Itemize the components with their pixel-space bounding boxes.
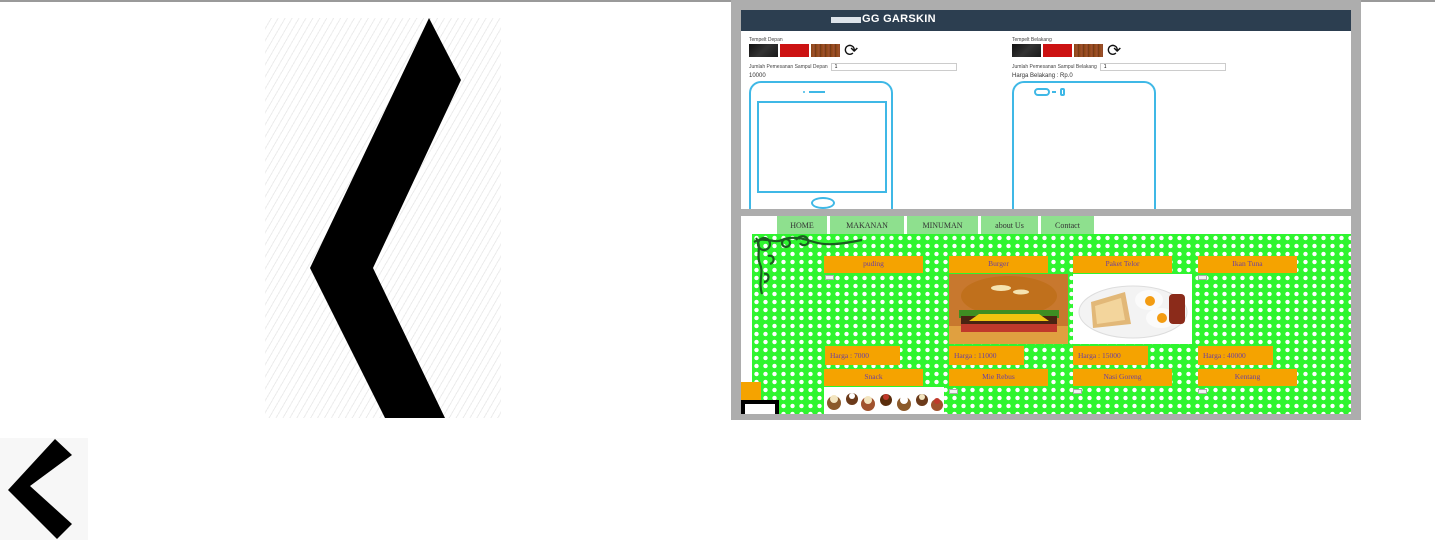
phone-back-outline	[1012, 81, 1156, 209]
menu-item-title[interactable]: Mie Rebus	[949, 369, 1048, 386]
refresh-icon[interactable]: ⟳	[1107, 42, 1121, 59]
price-label: Harga : 11000	[949, 346, 1024, 365]
broken-image-icon	[1198, 275, 1207, 280]
swatch-black[interactable]	[749, 44, 778, 57]
front-swatches: ⟳	[749, 42, 1009, 59]
nav-home[interactable]: HOME	[777, 216, 827, 234]
logo-placeholder	[831, 17, 861, 23]
broken-image-icon	[1073, 389, 1082, 394]
front-qty-row: Jumlah Pemesanan Sampul Depan	[749, 63, 1009, 71]
swatch-red[interactable]	[1043, 44, 1072, 57]
snack-image	[824, 387, 944, 414]
menu-item-title[interactable]: Paket Telor	[1073, 256, 1172, 273]
chevron-left-icon	[310, 18, 461, 418]
price-label: Harga : 15000	[1073, 346, 1148, 365]
screenshot-frame: GG GARSKIN Tempelt Depan ⟳ Jumlah Pemesa…	[731, 0, 1361, 420]
phone-front-outline	[749, 81, 893, 209]
front-qty-label: Jumlah Pemesanan Sampul Depan	[749, 64, 828, 70]
flash-icon	[1060, 88, 1065, 96]
price-label: Harga : 40000	[1198, 346, 1273, 365]
menu-item-title[interactable]: Kentang	[1198, 369, 1297, 386]
front-price: 10000	[749, 73, 766, 79]
main-nav: HOME MAKANAN MINUMAN about Us Contact	[777, 216, 1094, 234]
burger-image	[949, 274, 1068, 344]
home-button-icon	[811, 197, 835, 209]
back-swatches: ⟳	[1012, 42, 1272, 59]
menu-item-title[interactable]: puding	[824, 256, 923, 273]
broken-image-icon	[949, 389, 958, 394]
swatch-black[interactable]	[1012, 44, 1041, 57]
garskin-page: GG GARSKIN Tempelt Depan ⟳ Jumlah Pemesa…	[741, 10, 1351, 209]
speaker-icon	[809, 91, 825, 93]
food-site-page: HOME MAKANAN MINUMAN about Us Contact pu…	[741, 216, 1351, 414]
price-label: Harga : 7000	[825, 346, 900, 365]
swatch-wood[interactable]	[1074, 44, 1103, 57]
nav-contact[interactable]: Contact	[1041, 216, 1094, 234]
camera-sensor-icon	[1052, 91, 1056, 93]
refresh-icon[interactable]: ⟳	[844, 42, 858, 59]
back-options: Tempelt Belakang ⟳ Jumlah Pemesanan Samp…	[1012, 37, 1272, 79]
nav-minuman[interactable]: MINUMAN	[907, 216, 978, 234]
front-qty-input[interactable]	[830, 63, 957, 71]
menu-item-title[interactable]: Nasi Goreng	[1073, 369, 1172, 386]
chevron-thumbnail[interactable]	[0, 438, 88, 540]
black-frame	[741, 400, 779, 414]
egg-breakfast-image	[1073, 274, 1192, 344]
front-camera-icon	[803, 91, 805, 93]
rear-camera-icon	[1034, 88, 1050, 96]
back-qty-row: Jumlah Pemesanan Sampul Belakang	[1012, 63, 1272, 71]
back-qty-label: Jumlah Pemesanan Sampul Belakang	[1012, 64, 1097, 70]
swatch-wood[interactable]	[811, 44, 840, 57]
chevron-left-icon	[8, 439, 72, 539]
menu-item-title[interactable]: Burger	[949, 256, 1048, 273]
swatch-red[interactable]	[780, 44, 809, 57]
chevron-preview-large	[265, 18, 501, 418]
nav-makanan[interactable]: MAKANAN	[830, 216, 904, 234]
nav-about-us[interactable]: about Us	[981, 216, 1038, 234]
menu-item-title[interactable]: Snack	[824, 369, 923, 386]
back-qty-input[interactable]	[1099, 63, 1226, 71]
broken-image-icon	[825, 275, 834, 280]
front-label: Tempelt Depan	[749, 37, 783, 43]
garskin-header: GG GARSKIN	[741, 10, 1351, 31]
site-title: GG GARSKIN	[862, 13, 936, 25]
back-label: Tempelt Belakang	[1012, 37, 1052, 43]
broken-image-icon	[1198, 389, 1207, 394]
front-options: Tempelt Depan ⟳ Jumlah Pemesanan Sampul …	[749, 37, 1009, 79]
back-price: Harga Belakang : Rp.0	[1012, 73, 1073, 79]
phone-screen	[757, 101, 887, 193]
menu-item-title[interactable]: Ikan Tuna	[1198, 256, 1297, 273]
